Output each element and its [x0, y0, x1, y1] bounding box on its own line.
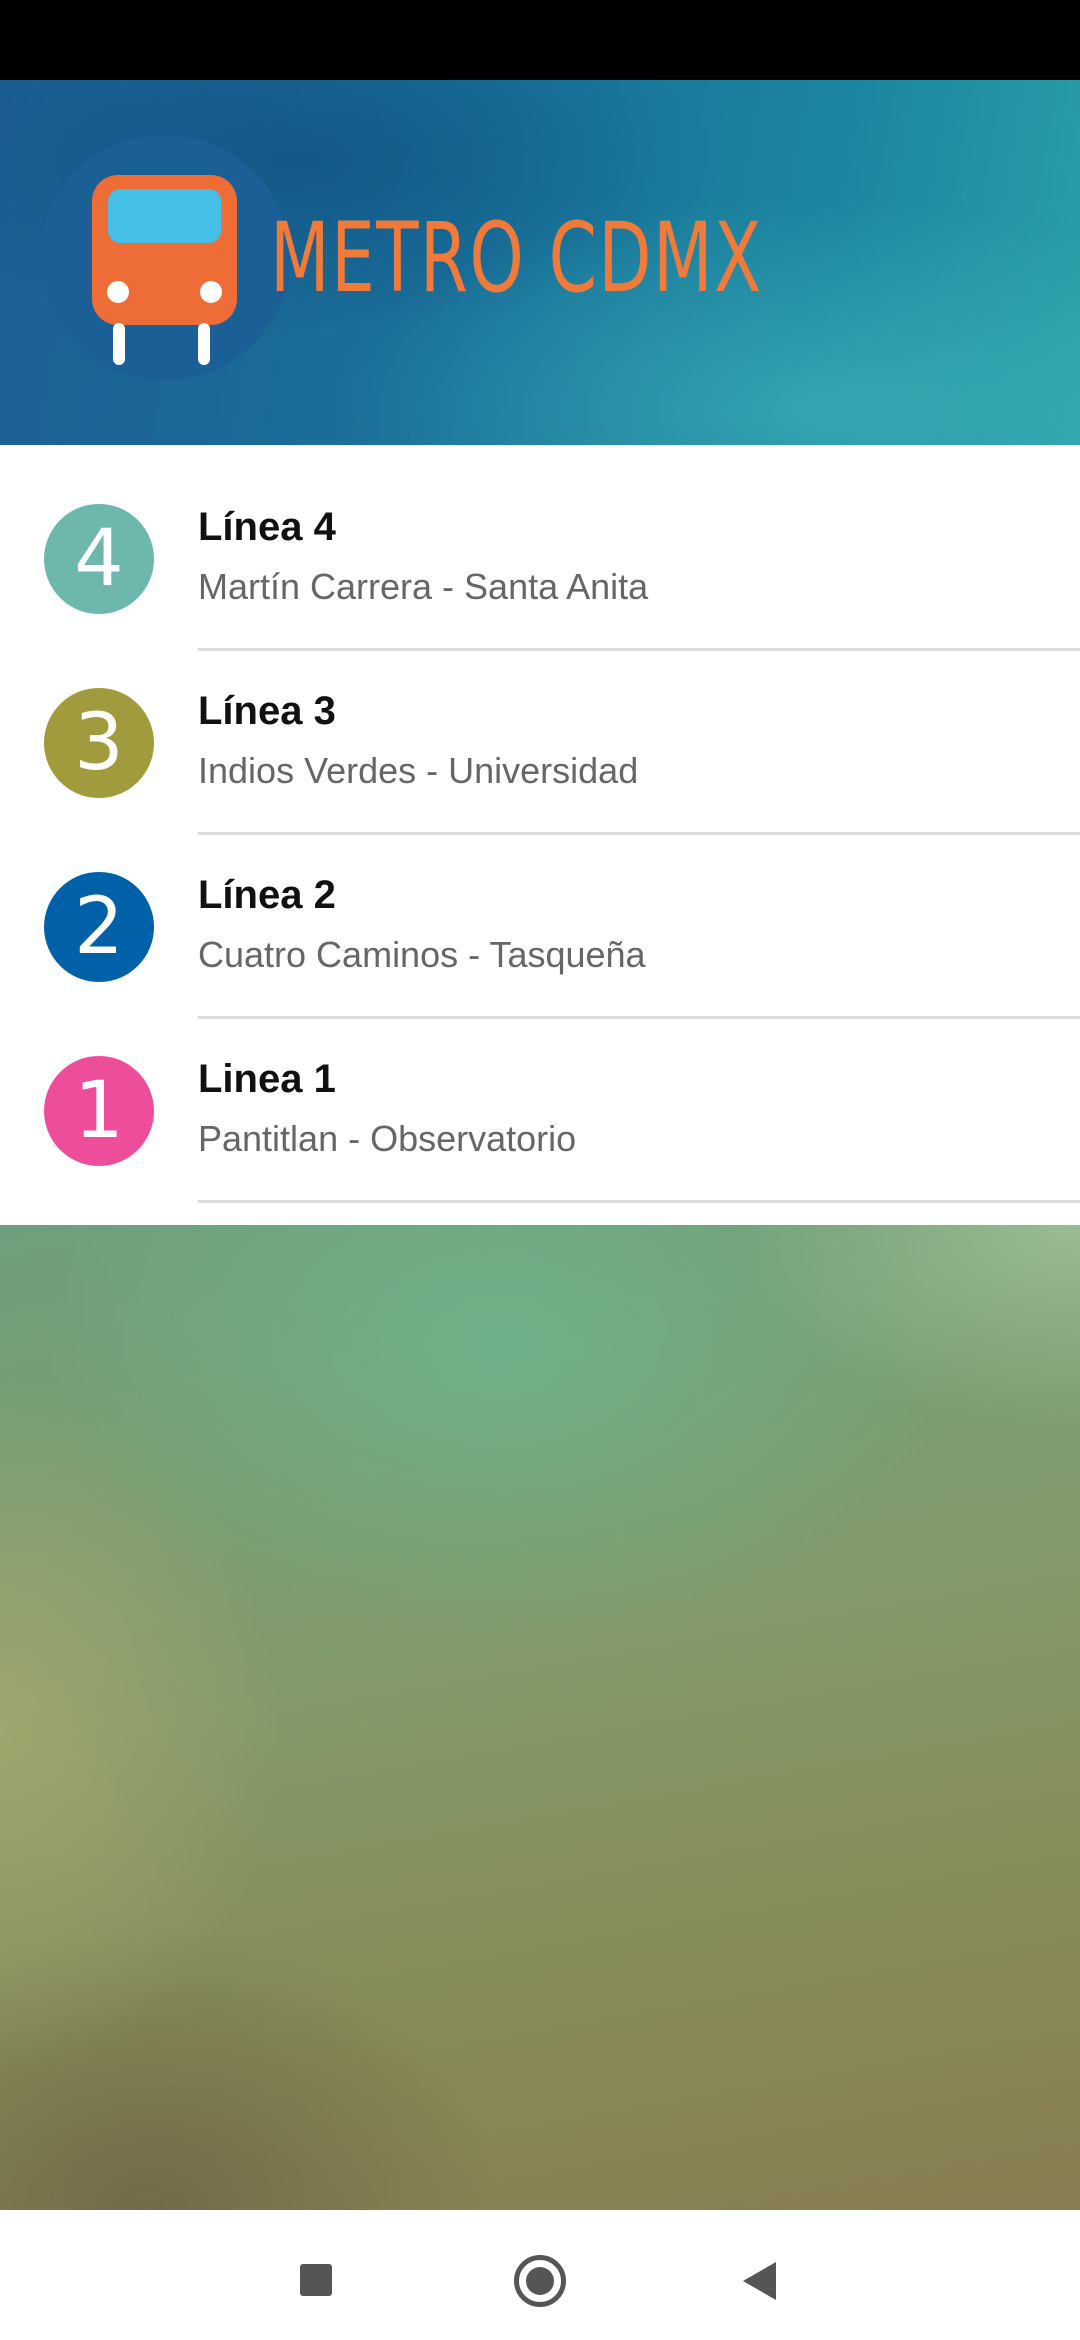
home-circle-icon[interactable] [514, 2255, 566, 2307]
bus-headlight-left [107, 281, 129, 303]
bus-wheel-right [198, 323, 210, 365]
bus-headlight-right [200, 281, 222, 303]
line-1-title: Linea 1 [198, 1057, 336, 1101]
metro-lines-list: 4 Línea 4 Martín Carrera - Santa Anita 3… [0, 445, 1080, 1225]
system-navigation-bar [0, 2210, 1080, 2340]
list-item-line-2[interactable]: 2 Línea 2 Cuatro Caminos - Tasqueña [0, 813, 1080, 1019]
bus-window [108, 189, 221, 243]
background-image [0, 1225, 1080, 2210]
app-title: METRO CDMX [270, 202, 763, 314]
line-2-badge: 2 [44, 872, 154, 982]
line-3-title: Línea 3 [198, 689, 336, 733]
line-3-route: Indios Verdes - Universidad [198, 750, 639, 791]
list-item-line-3[interactable]: 3 Línea 3 Indios Verdes - Universidad [0, 629, 1080, 835]
line-3-badge: 3 [44, 688, 154, 798]
list-item-line-1[interactable]: 1 Linea 1 Pantitlan - Observatorio [0, 997, 1080, 1203]
line-2-route: Cuatro Caminos - Tasqueña [198, 934, 646, 975]
line-2-title: Línea 2 [198, 873, 336, 917]
line-1-badge: 1 [44, 1056, 154, 1166]
bus-icon [92, 175, 237, 325]
line-4-title: Línea 4 [198, 505, 336, 549]
list-item-line-4[interactable]: 4 Línea 4 Martín Carrera - Santa Anita [0, 445, 1080, 651]
home-dot [526, 2267, 554, 2295]
back-triangle-icon[interactable] [743, 2262, 776, 2300]
status-bar [0, 0, 1080, 80]
line-4-route: Martín Carrera - Santa Anita [198, 566, 649, 607]
bus-wheel-left [113, 323, 125, 365]
divider [198, 1200, 1080, 1203]
recents-square-icon[interactable] [300, 2264, 332, 2296]
app-header: METRO CDMX [0, 80, 1080, 445]
line-1-route: Pantitlan - Observatorio [198, 1118, 577, 1159]
metro-bus-logo-icon [40, 135, 290, 380]
line-4-badge: 4 [44, 504, 154, 614]
